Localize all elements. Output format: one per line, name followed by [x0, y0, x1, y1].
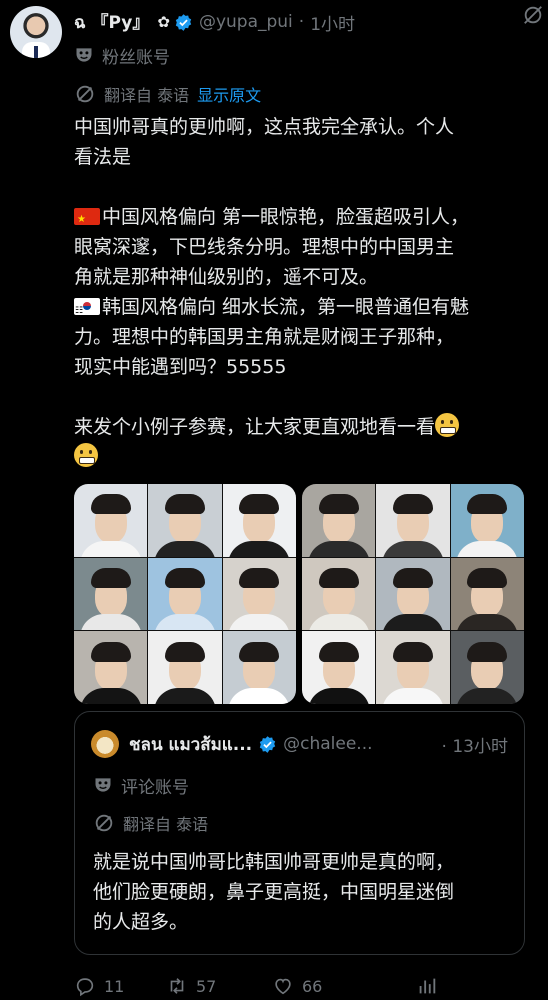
- flower-badge-icon: ✿: [157, 13, 170, 31]
- photo-tile: [376, 557, 450, 631]
- photo-tile: [222, 631, 296, 704]
- photo-tile: [222, 484, 296, 557]
- photo-tile: [74, 631, 148, 704]
- photo-tile: [148, 631, 222, 704]
- theater-mask-icon: [95, 778, 111, 792]
- text-line: 来发个小例子参赛，让大家更直观地看一看: [74, 416, 436, 438]
- text-line-emoji-2: [74, 442, 534, 472]
- translation-notice: 翻译自 泰语 显示原文: [74, 81, 261, 107]
- quote-time-sep: ·: [441, 736, 447, 757]
- heart-icon: [275, 978, 291, 995]
- quote-author-handle[interactable]: @chalee...: [283, 734, 372, 754]
- reply-count: 11: [104, 976, 125, 996]
- grok-icon[interactable]: [522, 4, 544, 26]
- text-line: [74, 382, 534, 412]
- author-handle[interactable]: @yupa_pui: [199, 12, 293, 32]
- quote-text-line: 就是说中国帅哥比韩国帅哥更帅是真的啊，: [93, 851, 455, 873]
- text-line-cn: 中国风格偏向 第一眼惊艳，脸蛋超吸引人，: [74, 202, 534, 235]
- verified-badge-icon: [175, 13, 192, 31]
- text-line: 眼窝深邃，下巴线条分明。理想中的中国男主: [74, 236, 455, 258]
- quote-header: ชลน แมวส้มแ... @chalee... · 13小时: [129, 730, 508, 758]
- quote-account-text: 评论账号: [121, 777, 189, 798]
- text-line: 力。理想中的韩国男主角就是财阀王子那种，: [74, 326, 455, 348]
- translate-icon: [76, 85, 94, 103]
- post-time[interactable]: 1小时: [310, 10, 355, 35]
- avatar-tie: [34, 46, 38, 58]
- quote-translation-notice: 翻译自 泰语: [93, 810, 208, 836]
- text-line: 韩国风格偏向 细水长流，第一眼普通但有魅: [102, 296, 470, 318]
- author-avatar[interactable]: [10, 6, 62, 58]
- views-icon: [419, 978, 436, 994]
- photo-tile: [450, 484, 524, 557]
- post-text: 中国帅哥真的更帅啊，这点我完全承认。个人 看法是 中国风格偏向 第一眼惊艳，脸蛋…: [74, 112, 534, 472]
- translated-from-text: 翻译自 泰语: [104, 86, 190, 105]
- photo-tile: [148, 484, 222, 557]
- show-original-link[interactable]: 显示原文: [197, 82, 261, 106]
- grimacing-face-emoji: [74, 443, 98, 467]
- photo-tile: [450, 631, 524, 704]
- quote-text-line: 他们脸更硬朗，鼻子更高挺，中国明星迷倒: [93, 881, 455, 903]
- quote-time-value: 13小时: [452, 736, 508, 757]
- repost-count: 57: [196, 976, 217, 996]
- author-display-name[interactable]: ฉ 『Py』: [74, 8, 149, 36]
- repost-icon: [170, 978, 184, 994]
- reply-icon: [76, 978, 94, 997]
- media-image-left[interactable]: [74, 484, 296, 704]
- text-line: [74, 172, 534, 202]
- like-button[interactable]: 66: [272, 975, 352, 997]
- verified-badge-icon: [259, 735, 276, 753]
- action-bar: 11 57 66: [74, 972, 548, 1000]
- photo-tile: [148, 557, 222, 631]
- photo-tile: [450, 557, 524, 631]
- reply-button[interactable]: 11: [74, 975, 154, 997]
- photo-tile: [376, 631, 450, 704]
- photo-tile: [302, 484, 376, 557]
- quote-text: 就是说中国帅哥比韩国帅哥更帅是真的啊， 他们脸更硬朗，鼻子更高挺，中国明星迷倒 …: [93, 847, 513, 937]
- repost-button[interactable]: 57: [166, 975, 256, 997]
- text-line: 看法是: [74, 146, 132, 168]
- china-flag-icon: [74, 205, 100, 235]
- photo-tile: [74, 557, 148, 631]
- quote-account-label: 评论账号: [93, 772, 189, 798]
- views-button[interactable]: [416, 975, 446, 997]
- quote-author-avatar[interactable]: [91, 730, 119, 758]
- text-line-emoji: 来发个小例子参赛，让大家更直观地看一看: [74, 412, 534, 442]
- grimacing-face-emoji: [435, 413, 460, 437]
- photo-tile: [222, 557, 296, 631]
- text-line: 角就是那种神仙级别的，遥不可及。: [74, 266, 379, 288]
- quoted-post[interactable]: ชลน แมวส้มแ... @chalee... · 13小时 评论账号 翻译…: [74, 711, 525, 955]
- translate-icon: [95, 814, 113, 832]
- quote-text-line: 的人超多。: [93, 911, 189, 933]
- photo-tile: [376, 484, 450, 557]
- quote-author-name[interactable]: ชลน แมวส้มแ...: [129, 731, 252, 758]
- photo-tile: [302, 631, 376, 704]
- photo-tile: [74, 484, 148, 557]
- photo-tile: [302, 557, 376, 631]
- text-line: 中国帅哥真的更帅啊，这点我完全承认。个人: [74, 116, 455, 138]
- fan-account-text: 粉丝账号: [102, 47, 170, 68]
- like-count: 66: [302, 976, 323, 996]
- text-line: 现实中能遇到吗？55555: [74, 356, 287, 378]
- text-line: 中国风格偏向 第一眼惊艳，脸蛋超吸引人，: [102, 206, 470, 228]
- text-line-kr: 韩国风格偏向 细水长流，第一眼普通但有魅: [74, 292, 534, 326]
- post-header: ฉ 『Py』 ✿ @yupa_pui · 1小时: [74, 8, 538, 36]
- media-image-right[interactable]: [302, 484, 524, 704]
- south-korea-flag-icon: [74, 296, 100, 326]
- quote-time[interactable]: · 13小时: [442, 732, 508, 757]
- fan-account-label: 粉丝账号: [74, 42, 170, 68]
- theater-mask-icon: [76, 48, 92, 62]
- quote-translated-from-text: 翻译自 泰语: [123, 815, 209, 834]
- time-separator: ·: [298, 12, 305, 32]
